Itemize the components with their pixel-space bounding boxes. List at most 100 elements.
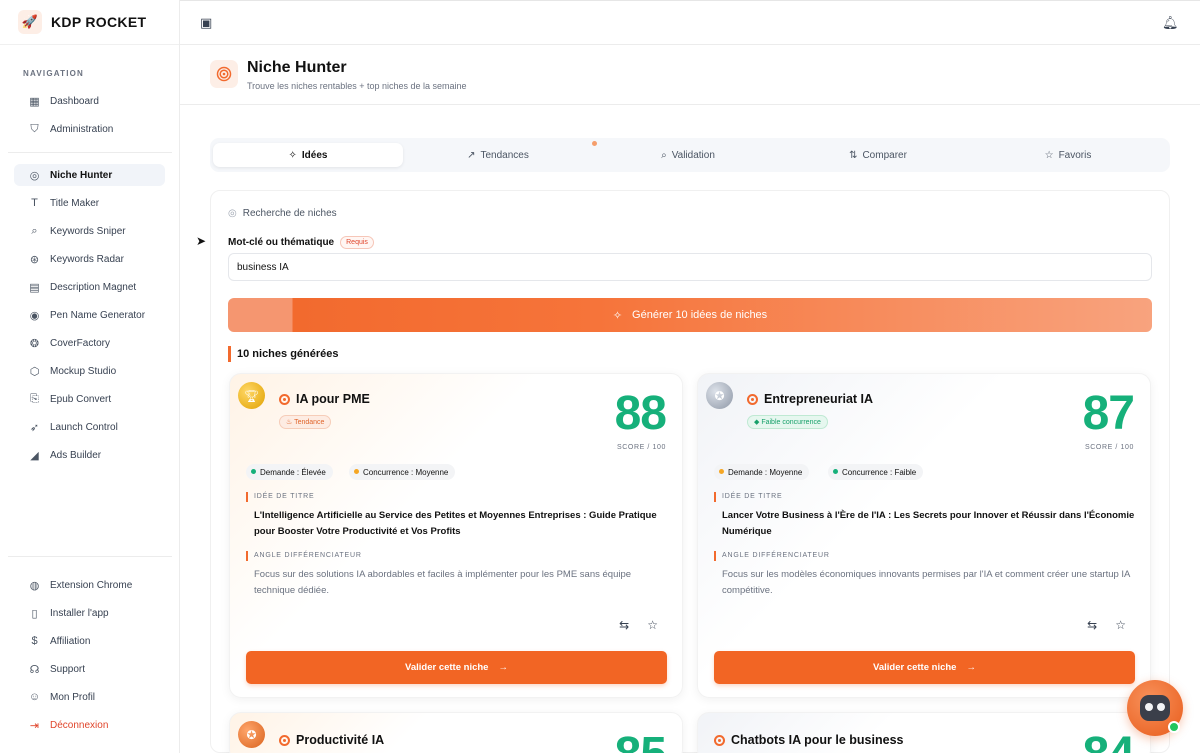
- medal-icon: ✪: [706, 382, 733, 409]
- validate-label: Valider cette niche: [405, 662, 489, 673]
- sidebar-item-affiliation[interactable]: $ Affiliation: [14, 630, 165, 652]
- sidebar-item-label: CoverFactory: [50, 337, 111, 349]
- sidebar-item-ads-builder[interactable]: ◢ Ads Builder: [14, 444, 165, 466]
- sidebar-item-logout[interactable]: ⇥ Déconnexion: [14, 714, 165, 736]
- score-label: SCORE / 100: [1084, 444, 1134, 451]
- compare-icon[interactable]: ⇆: [1087, 618, 1097, 632]
- sidebar-item-label: Extension Chrome: [50, 579, 133, 591]
- sparkles-icon: ✧: [612, 309, 623, 322]
- target-icon: [714, 734, 725, 746]
- box-icon: ⬡: [29, 365, 40, 378]
- niche-card: ✪ Entrepreneuriat IA ◆ Faible concurrenc…: [697, 373, 1151, 698]
- file-convert-icon: ⎘: [30, 392, 39, 405]
- online-status-dot: [1168, 721, 1180, 733]
- sidebar-item-launch-control[interactable]: ➶ Launch Control: [14, 416, 165, 438]
- dashboard-icon: ▦: [29, 95, 40, 108]
- validate-niche-button[interactable]: Valider cette niche →: [246, 651, 667, 684]
- compare-icon: ⇅: [849, 149, 858, 161]
- section-label: ◎ Recherche de niches: [228, 208, 337, 219]
- sidebar-item-title-maker[interactable]: T Title Maker: [14, 192, 165, 214]
- niche-name: Chatbots IA pour le business: [714, 733, 903, 747]
- user-icon: ☺: [28, 691, 41, 703]
- star-icon[interactable]: ☆: [647, 618, 658, 632]
- sidebar-item-extension-chrome[interactable]: ◍ Extension Chrome: [14, 574, 165, 596]
- keyword-input[interactable]: [228, 253, 1152, 281]
- sidebar-item-keywords-sniper[interactable]: ⌕ Keywords Sniper: [14, 220, 165, 242]
- tab-validation[interactable]: ⌕ Validation: [593, 143, 783, 167]
- sidebar-item-label: Description Magnet: [50, 281, 137, 293]
- page-subtitle: Trouve les niches rentables + top niches…: [247, 81, 467, 91]
- phone-icon: ▯: [31, 607, 38, 620]
- niche-name: Entrepreneuriat IA: [747, 392, 873, 406]
- sidebar-item-dashboard[interactable]: ▦ Dashboard: [14, 90, 165, 112]
- sidebar-item-label: Keywords Radar: [50, 253, 124, 265]
- tab-compare[interactable]: ⇅ Comparer: [783, 143, 973, 167]
- score-value: 85: [615, 727, 667, 753]
- trend-badge: ♨ Tendance: [279, 415, 332, 429]
- sidebar-toggle-icon[interactable]: ▣: [200, 15, 212, 31]
- sidebar-item-administration[interactable]: ⛉ Administration: [14, 118, 165, 140]
- title-idea-text: L'Intelligence Artificielle au Service d…: [254, 510, 657, 537]
- target-icon: [747, 393, 758, 405]
- sidebar-item-install-app[interactable]: ▯ Installer l'app: [14, 602, 165, 624]
- sidebar-item-label: Ads Builder: [50, 449, 102, 461]
- angle-label: ANGLE DIFFÉRENCIATEUR: [246, 551, 362, 561]
- tab-favorites[interactable]: ☆ Favoris: [973, 143, 1163, 167]
- sidebar-item-niche-hunter[interactable]: ◎ Niche Hunter: [14, 164, 165, 186]
- tab-ideas[interactable]: ✧ Idées: [213, 143, 403, 167]
- sidebar-item-label: Mockup Studio: [50, 365, 117, 377]
- sidebar-item-label: Installer l'app: [50, 607, 109, 619]
- brand-name: KDP ROCKET: [51, 14, 147, 30]
- target-icon: [279, 393, 290, 405]
- notification-dot: [592, 141, 597, 146]
- niche-card: 🏆︎ IA pour PME ♨ Tendance 88 SCORE / 100…: [229, 373, 683, 698]
- niche-card: Chatbots IA pour le business 84: [697, 712, 1151, 753]
- nav-section-title: NAVIGATION: [23, 69, 85, 78]
- sidebar-item-support[interactable]: ☊ Support: [14, 658, 165, 680]
- sidebar-item-label: Dashboard: [50, 95, 99, 107]
- sparkles-icon: ✧: [288, 149, 297, 161]
- sidebar-item-label: Keywords Sniper: [50, 225, 126, 237]
- section-label-text: Recherche de niches: [242, 208, 337, 219]
- angle-text: Focus sur des solutions IA abordables et…: [254, 569, 632, 596]
- sidebar-item-label: Support: [50, 663, 86, 675]
- sidebar-item-label: Mon Profil: [50, 691, 96, 703]
- sidebar-item-epub-convert[interactable]: ⎘ Epub Convert: [14, 388, 165, 410]
- required-badge: Requis: [340, 236, 374, 249]
- rocket-logo-icon: 🚀: [18, 10, 42, 34]
- star-icon: ☆: [1044, 149, 1054, 161]
- type-icon: T: [31, 197, 38, 209]
- keyword-label: Mot-clé ou thématique Requis: [228, 236, 374, 249]
- trending-icon: ↗: [467, 149, 476, 161]
- tab-trends[interactable]: ↗ Tendances: [403, 143, 593, 167]
- target-icon: ◎: [228, 208, 237, 219]
- validate-niche-button[interactable]: Valider cette niche →: [714, 651, 1135, 684]
- sidebar-item-description-magnet[interactable]: ▤ Description Magnet: [14, 276, 165, 298]
- card-actions: ⇆ ☆: [1087, 618, 1126, 632]
- sidebar-item-label: Déconnexion: [50, 719, 109, 731]
- megaphone-icon: ◢: [30, 449, 39, 462]
- tab-label: Tendances: [480, 149, 529, 161]
- target-icon: [279, 734, 290, 746]
- star-icon[interactable]: ☆: [1115, 618, 1126, 632]
- sidebar-item-label: Affiliation: [50, 635, 91, 647]
- page-title: Niche Hunter: [247, 59, 347, 76]
- brand[interactable]: 🚀 KDP ROCKET: [0, 0, 179, 45]
- sidebar-item-mockup-studio[interactable]: ⬡ Mockup Studio: [14, 360, 165, 382]
- tab-label: Idées: [301, 149, 328, 161]
- title-idea-label: IDÉE DE TITRE: [714, 492, 782, 502]
- sidebar-item-coverfactory[interactable]: ❂ CoverFactory: [14, 332, 165, 354]
- niche-name: IA pour PME: [279, 392, 370, 406]
- competition-pill: Concurrence : Faible: [828, 464, 924, 480]
- niche-name-text: Chatbots IA pour le business: [731, 733, 904, 747]
- generate-ideas-button[interactable]: ✧ Générer 10 idées de niches: [228, 298, 1152, 332]
- dollar-icon: $: [31, 635, 38, 647]
- sidebar-item-label: Epub Convert: [50, 393, 112, 405]
- sidebar-item-pen-name-generator[interactable]: ◉ Pen Name Generator: [14, 304, 165, 326]
- compare-icon[interactable]: ⇆: [619, 618, 629, 632]
- sidebar-item-profile[interactable]: ☺ Mon Profil: [14, 686, 165, 708]
- bell-icon[interactable]: 🔔︎: [1162, 15, 1179, 31]
- sidebar-item-keywords-radar[interactable]: ⊛ Keywords Radar: [14, 248, 165, 270]
- tab-label: Comparer: [862, 149, 907, 161]
- shield-icon: ⛉: [30, 122, 39, 135]
